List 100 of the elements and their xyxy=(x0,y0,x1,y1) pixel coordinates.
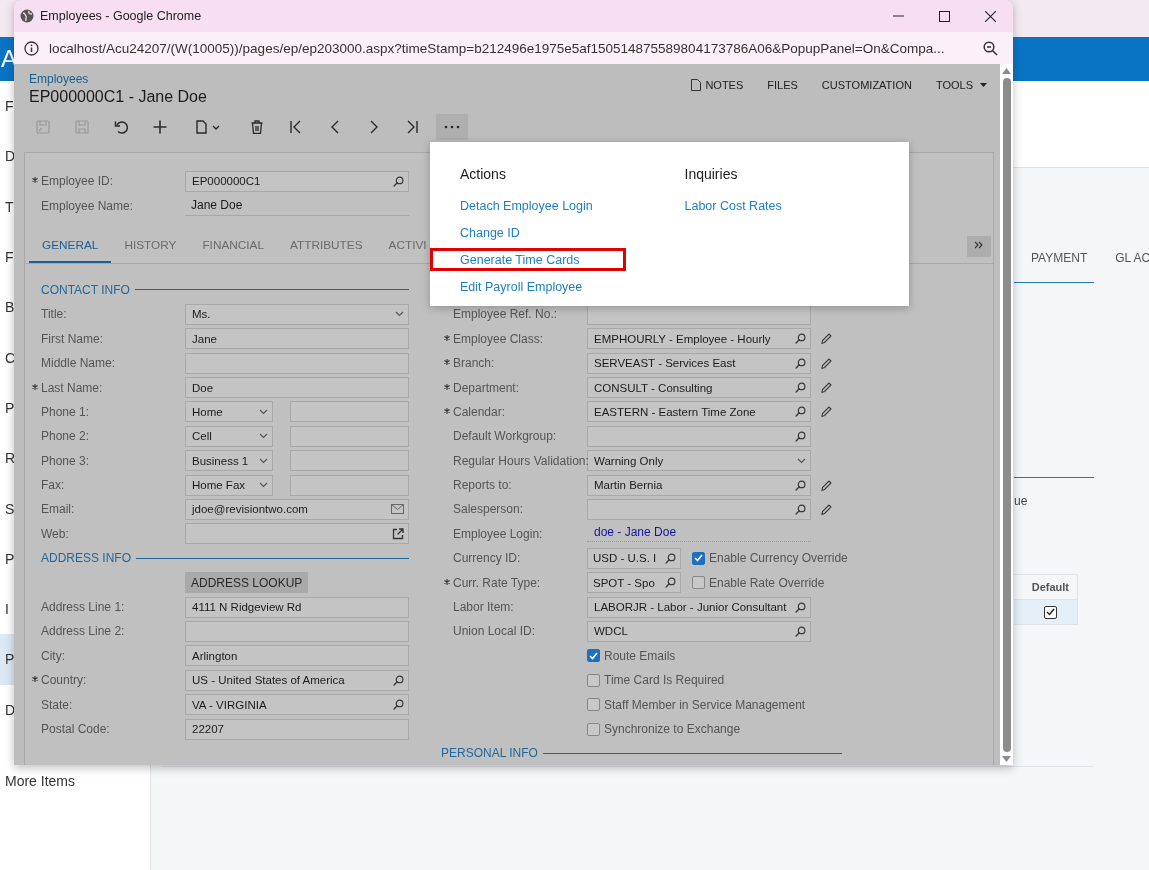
checkbox[interactable] xyxy=(692,576,705,590)
breadcrumb-link[interactable]: Employees xyxy=(29,72,207,88)
sidebar-item[interactable]: C xyxy=(0,332,14,383)
phone-field[interactable] xyxy=(290,474,409,496)
tab[interactable]: PAYMENT xyxy=(1031,251,1088,265)
scrollbar[interactable] xyxy=(1000,64,1013,765)
url-field[interactable] xyxy=(185,523,409,545)
text-field[interactable] xyxy=(185,620,409,642)
chevron-down-icon[interactable] xyxy=(259,457,268,464)
lookup-field[interactable]: SERVEAST - Services East xyxy=(587,352,811,374)
email-field[interactable]: jdoe@revisiontwo.com xyxy=(185,499,409,520)
maximize-icon[interactable] xyxy=(938,10,950,22)
text-field[interactable]: Arlington xyxy=(185,645,409,667)
lookup-field[interactable]: EMPHOURLY - Employee - Hourly xyxy=(587,328,811,350)
lookup-field[interactable]: Martin Bernia xyxy=(587,474,811,496)
menu-item[interactable]: Change ID xyxy=(460,221,520,244)
sidebar-item[interactable]: I xyxy=(0,583,14,635)
phone-field[interactable] xyxy=(290,450,409,472)
text-field[interactable] xyxy=(185,352,409,374)
scroll-down-icon[interactable] xyxy=(1002,756,1011,762)
chevron-down-icon[interactable] xyxy=(797,457,806,464)
sidebar-item[interactable]: P xyxy=(0,533,14,584)
phone-field[interactable] xyxy=(290,425,409,447)
text-field[interactable]: Jane xyxy=(185,328,409,350)
header-action-button[interactable]: FILES xyxy=(767,79,798,91)
search-icon[interactable] xyxy=(795,333,806,345)
employee-login-link[interactable]: doe - Jane Doe xyxy=(587,525,811,543)
search-icon[interactable] xyxy=(665,577,676,589)
menu-item[interactable]: Generate Time Cards xyxy=(430,248,626,271)
text-field[interactable]: 22207 xyxy=(185,718,409,740)
lookup-field[interactable] xyxy=(587,425,811,447)
lookup-field[interactable]: SPOT - Spo xyxy=(587,572,681,594)
zoom-icon[interactable] xyxy=(983,40,998,56)
search-icon[interactable] xyxy=(795,504,806,515)
search-icon[interactable] xyxy=(393,699,404,711)
dropdown-field[interactable]: Cell xyxy=(185,425,273,447)
lookup-field[interactable]: EP000000C1 xyxy=(185,170,409,192)
chevron-down-icon[interactable] xyxy=(259,433,268,440)
search-icon[interactable] xyxy=(795,406,806,418)
close-icon[interactable] xyxy=(984,10,996,22)
sidebar-item[interactable]: R xyxy=(0,433,14,484)
pencil-icon[interactable] xyxy=(820,356,832,370)
chevron-down-icon[interactable] xyxy=(259,408,268,415)
chevron-down-icon[interactable] xyxy=(395,311,404,318)
checkbox[interactable] xyxy=(587,722,600,736)
header-action-button[interactable]: TOOLS xyxy=(935,79,987,91)
dropdown-field[interactable]: Business 1 xyxy=(185,450,273,472)
lookup-field[interactable]: WDCL xyxy=(587,620,811,642)
search-icon[interactable] xyxy=(393,175,404,187)
external-link-icon[interactable] xyxy=(392,527,404,540)
lookup-field[interactable]: LABORJR - Labor - Junior Consultant xyxy=(587,596,811,618)
lookup-field[interactable]: USD - U.S. I xyxy=(587,547,681,569)
checkbox[interactable] xyxy=(587,673,600,687)
dropdown-field[interactable]: Home xyxy=(185,401,273,423)
checkbox[interactable] xyxy=(587,649,600,663)
dropdown-field[interactable]: Home Fax xyxy=(185,474,273,496)
search-icon[interactable] xyxy=(795,601,806,613)
lookup-field[interactable]: CONSULT - Consulting xyxy=(587,377,811,399)
sidebar-item[interactable]: B xyxy=(0,282,14,333)
header-action-button[interactable]: CUSTOMIZATION xyxy=(821,79,912,91)
search-icon[interactable] xyxy=(665,552,676,564)
sidebar-item[interactable]: F xyxy=(0,81,14,132)
sidebar-item[interactable]: P xyxy=(0,634,14,685)
menu-item[interactable]: Detach Employee Login xyxy=(460,194,593,217)
sidebar-item[interactable]: F xyxy=(0,231,14,283)
pencil-icon[interactable] xyxy=(820,332,832,346)
checkbox[interactable] xyxy=(587,698,600,712)
chevron-down-icon[interactable] xyxy=(259,482,268,489)
checkbox[interactable] xyxy=(1044,605,1057,619)
envelope-icon[interactable] xyxy=(391,504,404,515)
pencil-icon[interactable] xyxy=(820,503,832,516)
tab[interactable]: GENERAL xyxy=(29,229,112,263)
info-icon[interactable] xyxy=(24,40,39,56)
lookup-field[interactable]: EASTERN - Eastern Time Zone xyxy=(587,401,811,423)
sidebar-item[interactable]: T xyxy=(0,181,14,232)
search-icon[interactable] xyxy=(393,674,404,686)
pencil-icon[interactable] xyxy=(820,478,832,492)
text-field[interactable]: 4111 N Ridgeview Rd xyxy=(185,596,409,618)
lookup-field[interactable]: VA - VIRGINIA xyxy=(185,694,409,716)
tab[interactable]: GL AC xyxy=(1115,251,1149,265)
checkbox[interactable] xyxy=(692,551,705,565)
more-items-link[interactable]: More Items xyxy=(5,772,75,789)
dropdown-field[interactable]: Warning Only xyxy=(587,450,811,472)
header-action-button[interactable]: NOTES xyxy=(691,79,744,91)
pencil-icon[interactable] xyxy=(820,381,832,395)
menu-item[interactable]: Edit Payroll Employee xyxy=(460,275,583,298)
sidebar-item[interactable]: S xyxy=(0,483,14,534)
dropdown-field[interactable]: Ms. xyxy=(185,303,409,325)
sidebar-item[interactable]: P xyxy=(0,382,14,434)
search-icon[interactable] xyxy=(795,479,806,491)
lookup-field[interactable] xyxy=(587,499,811,520)
sidebar-item[interactable]: D xyxy=(0,131,14,182)
pencil-icon[interactable] xyxy=(820,405,832,419)
lookup-field[interactable]: US - United States of America xyxy=(185,669,409,691)
sidebar-item[interactable]: D xyxy=(0,684,14,735)
search-icon[interactable] xyxy=(795,357,806,369)
search-icon[interactable] xyxy=(795,625,806,637)
text-field[interactable]: Jane Doe xyxy=(185,195,409,217)
phone-field[interactable] xyxy=(290,401,409,423)
menu-item[interactable]: Labor Cost Rates xyxy=(684,194,782,217)
